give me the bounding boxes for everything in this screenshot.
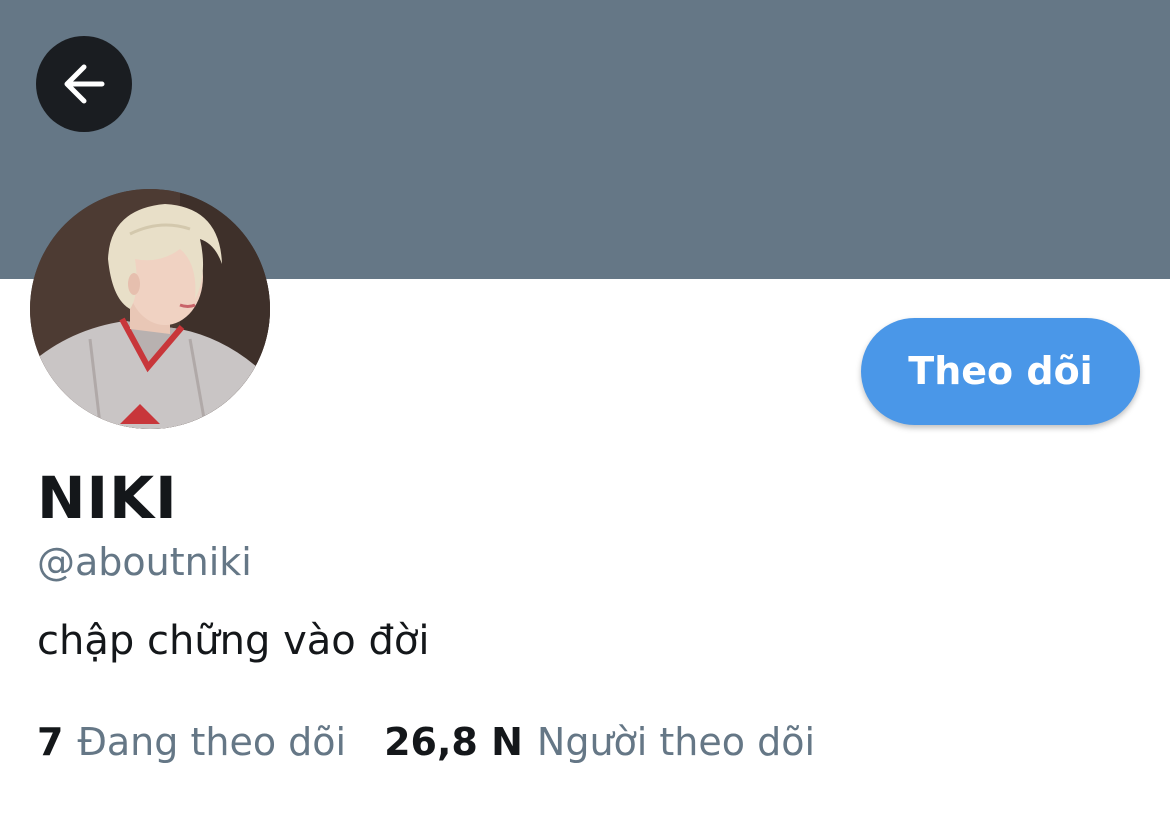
profile-bio: chập chững vào đời xyxy=(37,618,430,664)
follow-button[interactable]: Theo dõi xyxy=(861,318,1140,425)
followers-label: Người theo dõi xyxy=(536,720,816,764)
following-count: 7 xyxy=(37,720,64,764)
followers-stat[interactable]: 26,8 N Người theo dõi xyxy=(384,716,815,768)
display-name: NIKI xyxy=(37,464,178,532)
following-stat[interactable]: 7 Đang theo dõi xyxy=(37,716,346,768)
username-handle: @aboutniki xyxy=(37,540,252,584)
profile-screen: Theo dõi NIKI @aboutniki chập chững vào … xyxy=(0,0,1170,827)
avatar[interactable] xyxy=(30,189,270,429)
profile-stats: 7 Đang theo dõi 26,8 N Người theo dõi xyxy=(37,716,815,768)
followers-count: 26,8 N xyxy=(384,720,523,764)
back-button[interactable] xyxy=(36,36,132,132)
following-label: Đang theo dõi xyxy=(77,720,347,764)
arrow-left-icon xyxy=(58,58,110,110)
